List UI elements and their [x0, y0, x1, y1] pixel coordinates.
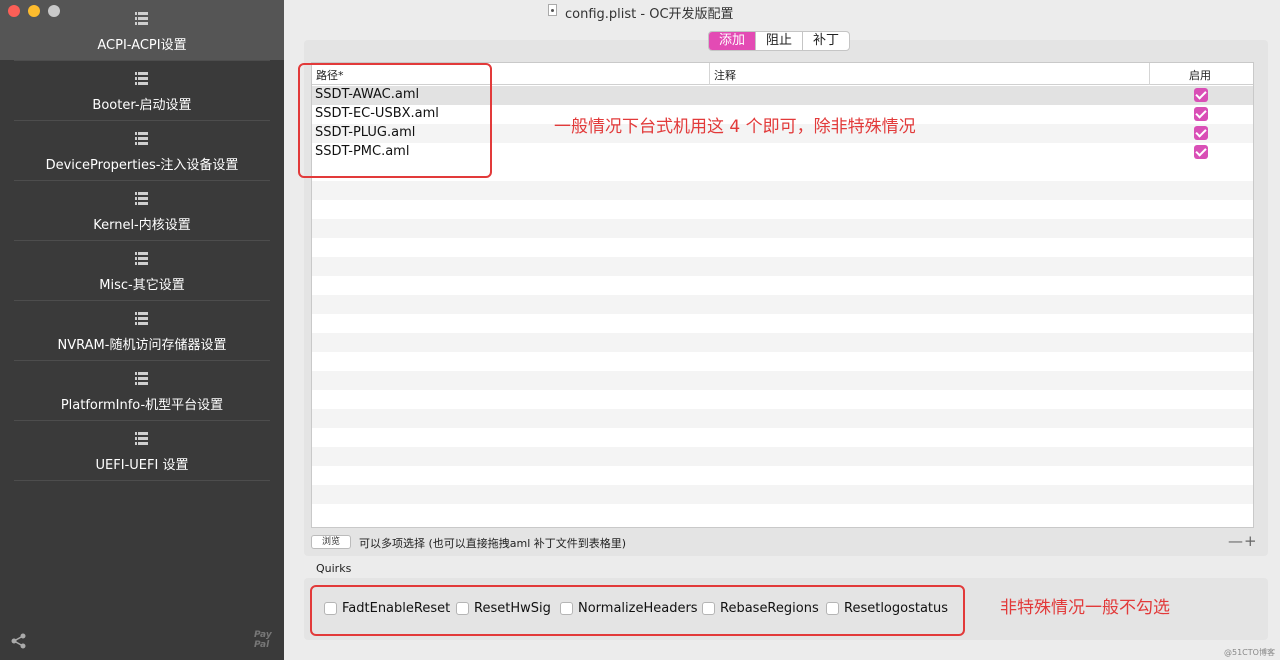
sidebar-item-platforminfo[interactable]: PlatformInfo-机型平台设置 — [0, 360, 284, 420]
close-window-button[interactable] — [8, 5, 20, 17]
tab-block[interactable]: 阻止 — [756, 32, 804, 50]
empty-row — [312, 409, 1253, 428]
empty-row — [312, 295, 1253, 314]
segmented-tabs: 添加 阻止 补丁 — [708, 31, 851, 51]
sidebar-item-label: NVRAM-随机访问存储器设置 — [57, 338, 227, 353]
list-icon — [132, 312, 148, 326]
window-controls — [8, 5, 60, 17]
remove-add-buttons[interactable]: —+ — [1228, 532, 1258, 550]
annotation-highlight-rows — [298, 63, 492, 178]
sidebar-item-deviceproperties[interactable]: DeviceProperties-注入设备设置 — [0, 120, 284, 180]
list-icon — [132, 72, 148, 86]
paypal-logo[interactable]: Pay Pal — [254, 630, 272, 650]
enabled-checkbox[interactable] — [1194, 126, 1208, 140]
annotation-table-note: 一般情况下台式机用这 4 个即可，除非特殊情况 — [554, 117, 916, 137]
sidebar-item-label: ACPI-ACPI设置 — [97, 38, 187, 53]
enabled-checkbox[interactable] — [1194, 145, 1208, 159]
hint-text: 可以多项选择 (也可以直接拖拽aml 补丁文件到表格里) — [359, 537, 627, 550]
empty-row — [312, 219, 1253, 238]
sidebar-item-label: Kernel-内核设置 — [93, 218, 191, 233]
annotation-quirks-note: 非特殊情况一般不勾选 — [1000, 598, 1170, 618]
zoom-window-button[interactable] — [48, 5, 60, 17]
empty-row — [312, 257, 1253, 276]
tab-add[interactable]: 添加 — [709, 32, 757, 50]
sidebar-item-label: DeviceProperties-注入设备设置 — [45, 158, 239, 173]
column-divider[interactable] — [1149, 63, 1150, 85]
browse-button[interactable]: 浏览 — [311, 535, 351, 549]
sidebar-item-label: UEFI-UEFI 设置 — [95, 458, 189, 473]
sidebar-item-booter[interactable]: Booter-启动设置 — [0, 60, 284, 120]
sidebar-item-label: Booter-启动设置 — [92, 98, 192, 113]
column-header-enabled[interactable]: 启用 — [1189, 67, 1211, 83]
list-icon — [132, 192, 148, 206]
annotation-highlight-quirks — [310, 585, 965, 636]
column-header-comment[interactable]: 注释 — [714, 67, 736, 83]
sidebar: ACPI-ACPI设置 Booter-启动设置 DeviceProperties… — [0, 0, 284, 660]
tab-patch[interactable]: 补丁 — [803, 32, 849, 50]
list-icon — [132, 372, 148, 386]
enabled-checkbox[interactable] — [1194, 107, 1208, 121]
watermark: @51CTO博客 — [1224, 648, 1275, 657]
window-title: config.plist - OC开发版配置 — [565, 7, 734, 22]
sidebar-item-kernel[interactable]: Kernel-内核设置 — [0, 180, 284, 240]
empty-row — [312, 371, 1253, 390]
divider — [14, 480, 270, 481]
list-icon — [132, 432, 148, 446]
minimize-window-button[interactable] — [28, 5, 40, 17]
sidebar-item-uefi[interactable]: UEFI-UEFI 设置 — [0, 420, 284, 480]
sidebar-item-label: PlatformInfo-机型平台设置 — [60, 398, 224, 413]
list-icon — [132, 12, 148, 26]
enabled-checkbox[interactable] — [1194, 88, 1208, 102]
list-icon — [132, 252, 148, 266]
empty-row — [312, 485, 1253, 504]
document-icon — [548, 4, 557, 16]
sidebar-item-misc[interactable]: Misc-其它设置 — [0, 240, 284, 300]
empty-row — [312, 333, 1253, 352]
empty-row — [312, 447, 1253, 466]
quirks-label: Quirks — [316, 562, 352, 575]
empty-row — [312, 181, 1253, 200]
share-icon[interactable] — [10, 632, 28, 650]
list-icon — [132, 132, 148, 146]
column-divider[interactable] — [709, 63, 710, 85]
title-bar: config.plist - OC开发版配置 — [284, 0, 1280, 24]
sidebar-item-nvram[interactable]: NVRAM-随机访问存储器设置 — [0, 300, 284, 360]
sidebar-item-label: Misc-其它设置 — [99, 278, 185, 293]
